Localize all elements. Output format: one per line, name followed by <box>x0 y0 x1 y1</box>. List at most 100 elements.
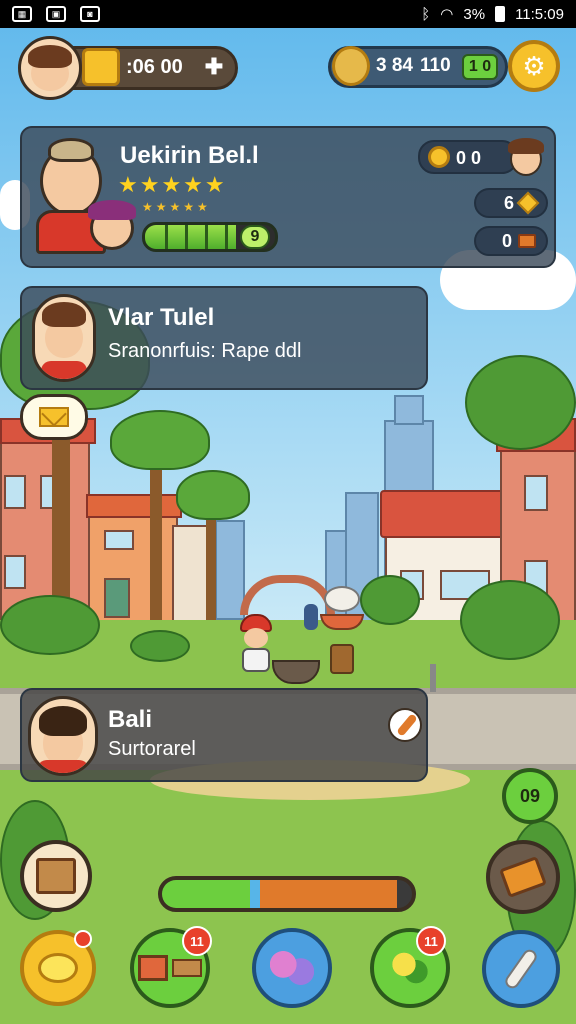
settings-button[interactable]: ⚙ <box>508 40 560 92</box>
status-bar: ▦ ▣ ◙ ᛒ ◠ 3% 11:5:09 <box>0 0 576 28</box>
friend-hair <box>508 138 544 154</box>
quill-tip <box>396 713 418 737</box>
avatar-hair <box>38 706 88 736</box>
pot <box>320 614 364 630</box>
stat-a-value: 6 <box>503 192 514 213</box>
ticket-icon <box>518 234 536 248</box>
boost-button[interactable]: 09 <box>502 768 558 824</box>
friend-avatar[interactable] <box>506 134 546 178</box>
nav-shop-button[interactable] <box>482 930 560 1008</box>
feather-icon <box>502 946 540 992</box>
crate-button[interactable] <box>20 840 92 912</box>
bush <box>130 630 190 662</box>
avatar-hair <box>27 44 73 68</box>
house-roof <box>86 494 182 518</box>
tools-button[interactable] <box>486 840 560 914</box>
battery-percent: 3% <box>463 5 486 23</box>
quest-card[interactable]: Vlar Tulel Sranonrfuis: Rape ddl <box>20 286 428 390</box>
nav-seeds-button[interactable]: 11 <box>370 926 450 1008</box>
currency-right-a: 3 84 <box>376 55 413 76</box>
rating-stars: ★★★★★ <box>118 172 227 197</box>
tree-trunk <box>206 500 216 635</box>
gift-icon[interactable] <box>82 48 120 86</box>
envelope-flap <box>41 401 67 427</box>
mail-button[interactable] <box>20 394 88 440</box>
tree-canopy <box>465 355 576 450</box>
clock: 11:5:09 <box>515 5 564 23</box>
farmer-body <box>242 648 270 672</box>
progress-segment <box>225 225 228 249</box>
level-badge: 9 <box>240 225 270 249</box>
nav-items-button[interactable] <box>252 928 332 1008</box>
nav-lemon-button[interactable] <box>20 930 96 1006</box>
energy-marker <box>249 880 260 908</box>
skyscraper <box>394 395 424 425</box>
sign-icon <box>172 959 202 977</box>
boost-label: 09 <box>519 785 541 806</box>
gallery-icon: ▦ <box>12 6 32 22</box>
palm-leaves <box>110 410 210 470</box>
nav-build-button[interactable]: 11 <box>130 926 212 1008</box>
add-currency-icon[interactable]: ✚ <box>198 52 230 82</box>
coins-value: 0 0 <box>456 148 482 168</box>
player-avatar[interactable] <box>18 36 82 100</box>
image-icon: ▣ <box>46 6 66 22</box>
coins-pill[interactable]: 0 0 <box>418 140 518 174</box>
currency-left-value: :06 00 <box>126 56 183 78</box>
stat-pill-b[interactable]: 0 <box>474 226 548 256</box>
seeds-icon <box>390 950 430 986</box>
house-roof <box>380 490 508 538</box>
window <box>104 530 134 550</box>
npc-character[interactable] <box>304 604 318 630</box>
gem-icon <box>516 191 540 215</box>
gear-icon: ⚙ <box>522 50 546 81</box>
tree-trunk <box>150 450 162 640</box>
progress-segment <box>185 225 188 249</box>
stat-pill-a[interactable]: 6 <box>474 188 548 218</box>
crate-icon <box>36 858 76 894</box>
quest-npc-avatar <box>32 294 96 382</box>
toolbox-icon <box>499 856 547 898</box>
street-lamp <box>430 664 436 692</box>
palm-leaves <box>176 470 250 520</box>
bush <box>460 580 560 660</box>
cooking-station[interactable] <box>320 586 364 674</box>
chat-subtitle: Surtorarel <box>108 738 196 760</box>
chat-title: Bali <box>108 706 153 733</box>
window <box>4 475 26 509</box>
barrel <box>330 644 354 674</box>
chef-hat <box>324 586 360 612</box>
profile-card[interactable]: Uekirin Bel.l ★★★★★ ★★★★★ 9 0 0 6 0 <box>20 126 556 268</box>
chat-avatar <box>28 696 98 776</box>
quest-subtitle: Sranonrfuis: Rape ddl <box>108 340 302 362</box>
wifi-icon: ◠ <box>440 6 454 23</box>
farmer-character[interactable] <box>238 614 274 674</box>
house-icon <box>138 955 168 981</box>
window <box>524 475 548 511</box>
avatar-shirt <box>37 759 89 773</box>
level-progress-fill <box>145 225 236 249</box>
chat-card[interactable]: Bali Surtorarel <box>20 688 428 782</box>
quill-icon[interactable] <box>388 708 422 742</box>
status-right-icons: ᛒ ◠ 3% 11:5:09 <box>421 5 564 24</box>
progress-segment <box>165 225 168 249</box>
status-left-icons: ▦ ▣ ◙ <box>12 6 100 22</box>
envelope-icon <box>39 401 69 427</box>
farmer-token-icon <box>332 46 370 86</box>
currency-right-b: 110 <box>420 55 451 76</box>
red-dot <box>74 930 92 948</box>
bush <box>0 595 100 655</box>
quest-title: Vlar Tulel <box>108 304 215 331</box>
window <box>104 578 130 618</box>
coin-icon <box>428 146 450 168</box>
currency-right-badge: 1 0 <box>462 54 498 80</box>
build-badge: 11 <box>182 926 212 956</box>
energy-fill-orange <box>259 880 397 908</box>
energy-bar <box>158 876 416 912</box>
candy-icon <box>270 950 314 986</box>
seeds-badge: 11 <box>416 926 446 956</box>
energy-fill-green <box>162 880 250 908</box>
progress-segment <box>205 225 208 249</box>
portrait-hair <box>48 138 94 162</box>
window <box>4 555 26 589</box>
